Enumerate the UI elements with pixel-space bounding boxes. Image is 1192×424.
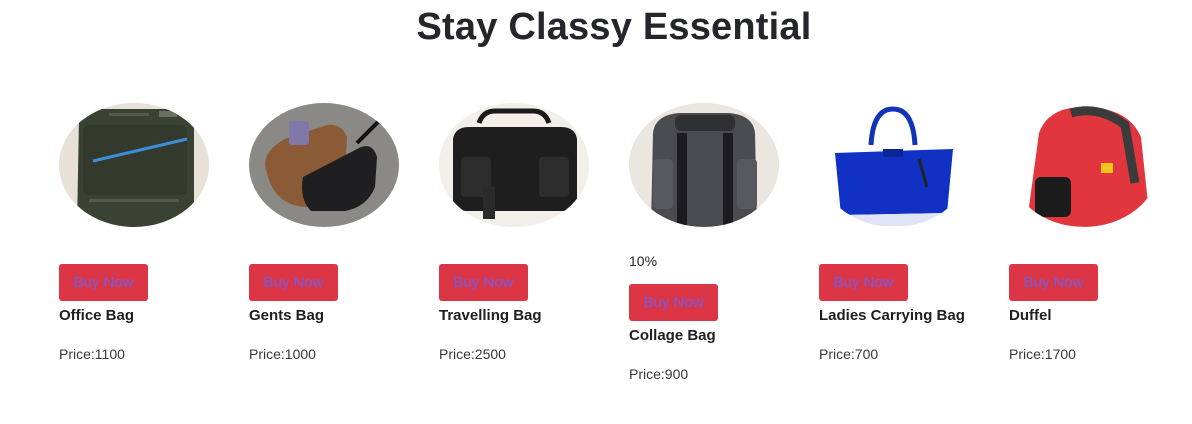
collage-bag-image[interactable] <box>629 103 779 227</box>
product-price: Price:700 <box>819 346 879 362</box>
product-name: Office Bag <box>59 307 135 324</box>
product-name: Duffel <box>1009 307 1052 324</box>
product-card-duffel: Buy Now Duffel Price:1700 <box>1009 103 1169 362</box>
travelling-bag-image[interactable] <box>439 103 589 227</box>
page-title: Stay Classy Essential <box>416 6 812 48</box>
buy-now-button[interactable]: Buy Now <box>629 284 718 321</box>
product-card-travelling-bag: Buy Now Travelling Bag Price:2500 <box>439 103 599 362</box>
product-card-office-bag: Buy Now Office Bag Price:1100 <box>59 103 219 362</box>
product-price: Price:2500 <box>439 346 506 362</box>
product-name: Ladies Carrying Bag <box>819 307 965 324</box>
buy-now-button[interactable]: Buy Now <box>249 264 338 301</box>
product-price: Price:1700 <box>1009 346 1076 362</box>
duffel-bag-image[interactable] <box>1009 103 1159 227</box>
product-name: Collage Bag <box>629 327 716 344</box>
gents-bag-image[interactable] <box>249 103 399 227</box>
product-price: Price:1100 <box>59 346 125 362</box>
product-card-ladies-bag: Buy Now Ladies Carrying Bag Price:700 <box>819 103 979 362</box>
buy-now-button[interactable]: Buy Now <box>819 264 908 301</box>
page: Stay Classy Essential Buy Now Office Bag… <box>0 0 1192 424</box>
ladies-bag-image[interactable] <box>819 103 969 227</box>
buy-now-button[interactable]: Buy Now <box>439 264 528 301</box>
buy-now-button[interactable]: Buy Now <box>1009 264 1098 301</box>
product-price: Price:900 <box>629 366 689 382</box>
product-price: Price:1000 <box>249 346 316 362</box>
discount-label: 10% <box>629 253 658 269</box>
product-card-collage-bag: 10% Buy Now Collage Bag Price:900 <box>629 103 789 382</box>
product-card-gents-bag: Buy Now Gents Bag Price:1000 <box>249 103 409 362</box>
product-name: Gents Bag <box>249 307 325 324</box>
product-name: Travelling Bag <box>439 307 542 324</box>
office-bag-image[interactable] <box>59 103 209 227</box>
buy-now-button[interactable]: Buy Now <box>59 264 148 301</box>
